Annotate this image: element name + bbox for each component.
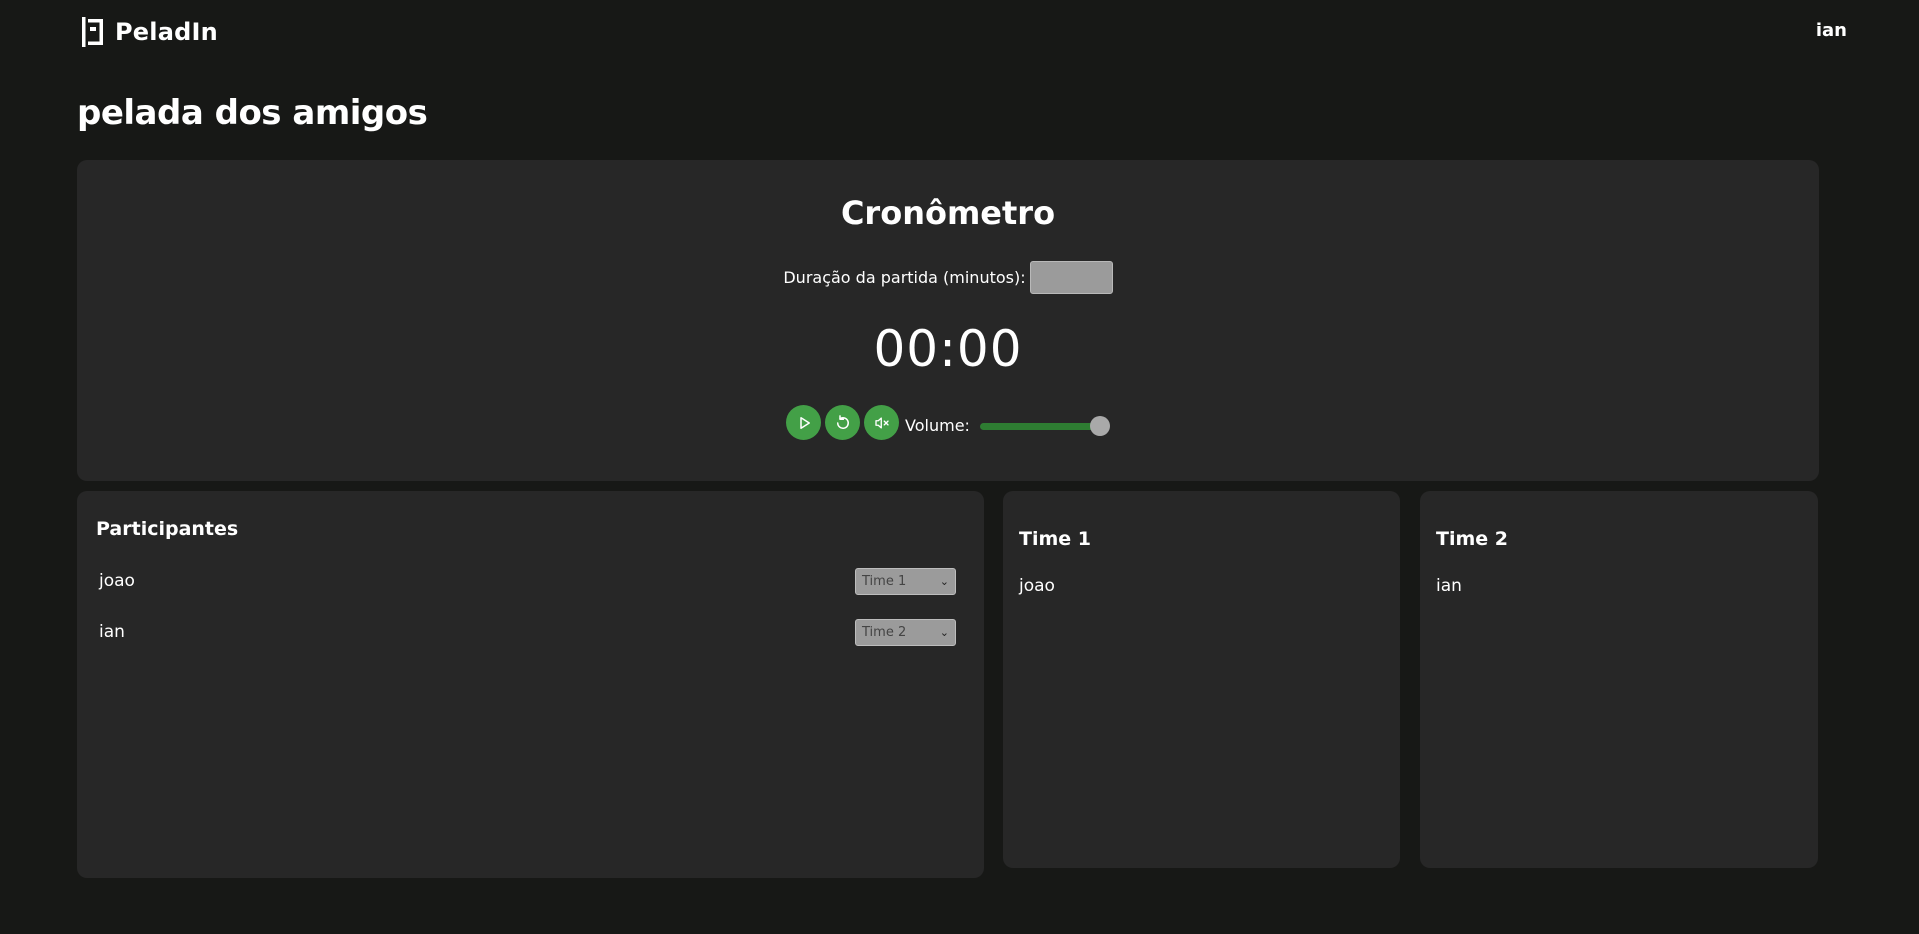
timer-controls: Volume: <box>77 405 1819 440</box>
duration-label: Duração da partida (minutos): <box>783 268 1026 287</box>
team-member: ian <box>1436 576 1462 596</box>
team-2-card: Time 2 ian <box>1420 491 1818 868</box>
duration-input[interactable] <box>1029 261 1113 294</box>
team-select[interactable]: Time 1 ⌄ <box>855 567 956 595</box>
timer-card: Cronômetro Duração da partida (minutos):… <box>77 160 1819 481</box>
brand-logo-icon <box>82 17 103 47</box>
volume-slider[interactable] <box>979 415 1110 436</box>
time-display: 00:00 <box>873 320 1023 378</box>
participant-row: ian Time 2 ⌄ <box>99 618 956 646</box>
duration-row: Duração da partida (minutos): <box>77 261 1819 294</box>
page-title: pelada dos amigos <box>77 93 428 133</box>
participants-card: Participantes joao Time 1 ⌄ ian Time 2 ⌄ <box>77 491 984 878</box>
participants-heading: Participantes <box>96 518 239 540</box>
reset-icon <box>836 414 849 429</box>
team-select[interactable]: Time 2 ⌄ <box>855 618 956 646</box>
play-icon <box>799 416 810 429</box>
reset-button[interactable] <box>825 405 861 440</box>
volume-slider-track <box>979 422 1102 430</box>
brand-logo[interactable]: PeladIn <box>81 16 218 48</box>
brand-name: PeladIn <box>115 18 218 46</box>
chevron-down-icon: ⌄ <box>939 574 949 588</box>
team-1-heading: Time 1 <box>1019 528 1091 550</box>
team-select-value: Time 1 <box>862 573 907 589</box>
volume-label: Volume: <box>905 416 970 435</box>
participant-row: joao Time 1 ⌄ <box>99 567 956 595</box>
team-select-value: Time 2 <box>862 624 907 640</box>
team-1-card: Time 1 joao <box>1003 491 1400 868</box>
timer-title: Cronômetro <box>840 194 1056 232</box>
team-2-heading: Time 2 <box>1436 528 1508 550</box>
volume-mute-icon <box>874 416 889 429</box>
user-menu[interactable]: ian <box>1816 20 1847 41</box>
participant-name: joao <box>99 571 135 591</box>
participant-name: ian <box>99 622 125 642</box>
play-button[interactable] <box>786 405 822 440</box>
mute-button[interactable] <box>864 405 900 440</box>
top-bar: PeladIn ian <box>0 0 1919 64</box>
chevron-down-icon: ⌄ <box>939 625 949 639</box>
team-member: joao <box>1019 576 1055 596</box>
volume-slider-thumb[interactable] <box>1089 415 1110 436</box>
